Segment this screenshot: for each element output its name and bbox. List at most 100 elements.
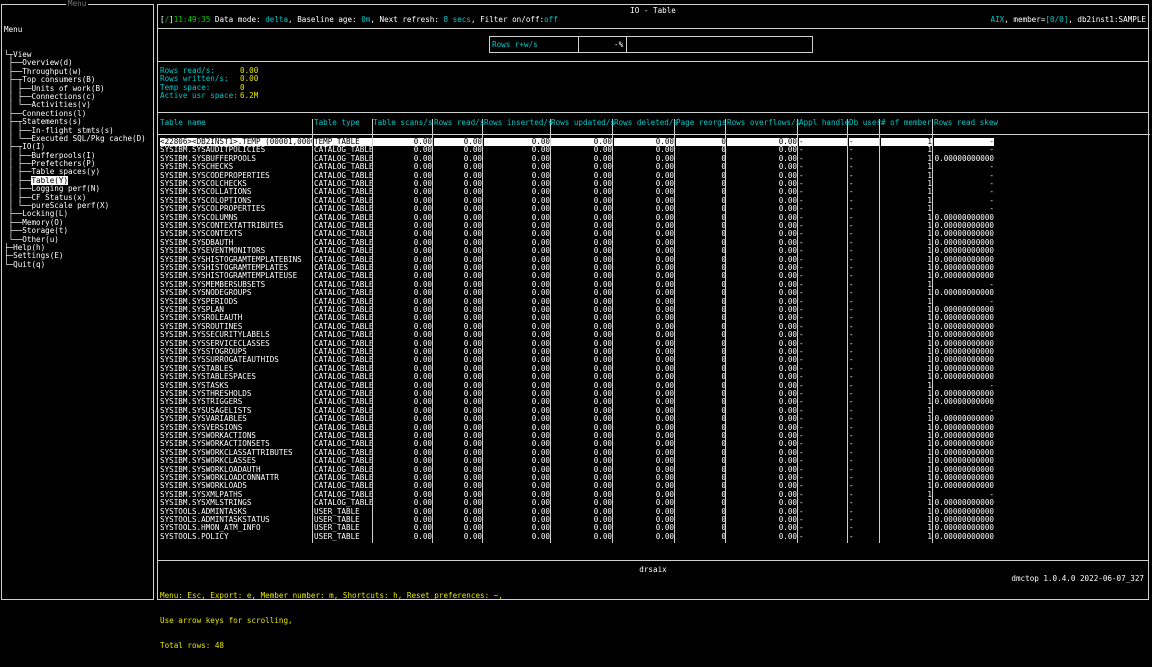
table-row[interactable]: SYSIBM.SYSCONTEXTS CATALOG_TABLE 0.00 0.00 0… <box>158 230 998 238</box>
table-row[interactable]: SYSIBM.SYSWORKCLASSATTRIBUTES CATALOG_TAB… <box>158 449 998 457</box>
column-header[interactable]: Table scans/s <box>373 119 436 127</box>
column-header[interactable]: # of member <box>881 119 936 127</box>
table-row[interactable]: SYSIBM.SYSBUFFERPOOLS CATALOG_TABLE 0.00 0.… <box>158 155 998 163</box>
table-cell: 0.00 <box>778 457 797 466</box>
table-cell: - <box>799 373 804 382</box>
table-row[interactable]: SYSIBM.SYSWORKACTIONS CATALOG_TABLE 0.00 0.… <box>158 432 998 440</box>
table-row[interactable]: SYSIBM.SYSEVENTMONITORS CATALOG_TABLE 0.00… <box>158 247 998 255</box>
table-cell: 0 <box>721 532 726 541</box>
table-row[interactable]: SYSIBM.SYSDBAUTH CATALOG_TABLE 0.00 0.00 0.0… <box>158 239 998 247</box>
table-row[interactable]: SYSIBM.SYSSERVICECLASSES CATALOG_TABLE 0.0… <box>158 340 998 348</box>
table-cell: 0.00000000000 <box>934 524 994 533</box>
table-row[interactable]: SYSIBM.SYSCONTEXTATTRIBUTES CATALOG_TABLE… <box>158 222 998 230</box>
table-row[interactable]: SYSIBM.SYSTHRESHOLDS CATALOG_TABLE 0.00 0.0… <box>158 390 998 398</box>
table-row[interactable]: SYSIBM.SYSCHECKS CATALOG_TABLE 0.00 0.00 0.0… <box>158 163 998 171</box>
table-row[interactable]: SYSIBM.SYSPLAN CATALOG_TABLE 0.00 0.00 0.00 0… <box>158 306 998 314</box>
table-cell: 0.00 <box>778 339 797 348</box>
table-row[interactable]: SYSIBM.SYSMEMBERSUBSETS CATALOG_TABLE 0.00… <box>158 281 998 289</box>
table-row[interactable]: SYSIBM.SYSNODEGROUPS CATALOG_TABLE 0.00 0.0… <box>158 289 998 297</box>
table-cell: SYSIBM.SYSBUFFERPOOLS <box>160 154 257 163</box>
table-cell: 0.00 <box>531 499 550 508</box>
footer-shortcuts: Menu: Esc, Export: e, Member number: m, … <box>160 590 503 600</box>
table-row[interactable]: SYSIBM.SYSHISTOGRAMTEMPLATEUSE CATALOG_TA… <box>158 272 998 280</box>
column-header[interactable]: Table name <box>160 119 316 127</box>
table-row[interactable]: SYSTOOLS.ADMINTASKSTATUS USER_TABLE 0.00 0.… <box>158 516 998 524</box>
table-row[interactable]: SYSIBM.SYSWORKLOADAUTH CATALOG_TABLE 0.00 0… <box>158 466 998 474</box>
table-row[interactable]: SYSIBM.SYSCOLOPTIONS CATALOG_TABLE 0.00 0.0… <box>158 197 998 205</box>
column-header[interactable]: Rows updated/s <box>551 119 616 127</box>
table-row[interactable]: SYSIBM.SYSXMLSTRINGS CATALOG_TABLE 0.00 0.0… <box>158 499 998 507</box>
menu-item[interactable]: └─Quit(q) <box>4 260 146 269</box>
table-row[interactable]: SYSIBM.SYSHISTOGRAMTEMPLATEBINS CATALOG_T… <box>158 256 998 264</box>
table-cell: 0.00 <box>463 154 482 163</box>
table-cell: - <box>799 356 804 365</box>
table-row[interactable]: SYSIBM.SYSSTOGROUPS CATALOG_TABLE 0.00 0.00… <box>158 348 998 356</box>
table-cell: 0.00 <box>593 272 612 281</box>
table-row[interactable]: SYSIBM.SYSTABLESPACES CATALOG_TABLE 0.00 0.… <box>158 373 998 381</box>
table-cell: - <box>849 516 854 524</box>
column-header[interactable]: Table type <box>314 119 376 127</box>
column-header[interactable]: Rows read/s <box>434 119 486 127</box>
column-header[interactable]: Rows read skew <box>934 119 998 127</box>
column-header[interactable]: Rows overflows/s <box>727 119 801 127</box>
table-row[interactable]: SYSIBM.SYSCOLLATIONS CATALOG_TABLE 0.00 0.0… <box>158 188 998 196</box>
table-cell: CATALOG_TABLE <box>314 398 372 407</box>
table-row[interactable]: SYSIBM.SYSWORKLOADS CATALOG_TABLE 0.00 0.00… <box>158 482 998 490</box>
table-row[interactable]: SYSIBM.SYSCODEPROPERTIES CATALOG_TABLE 0.0… <box>158 172 998 180</box>
table-cell: - <box>799 289 804 298</box>
table-cell: - <box>799 247 804 256</box>
table-cell: 0 <box>721 222 726 230</box>
table-row[interactable]: SYSTOOLS.POLICY USER_TABLE 0.00 0.00 0.00 0.0… <box>158 533 998 541</box>
table-row[interactable]: SYSIBM.SYSPERIODS CATALOG_TABLE 0.00 0.00 0.… <box>158 298 998 306</box>
member-value: [0/0] <box>1045 15 1069 24</box>
table-row[interactable]: SYSIBM.SYSTRIGGERS CATALOG_TABLE 0.00 0.00 0… <box>158 398 998 406</box>
table-row[interactable]: SYSIBM.SYSAUDITPOLICIES CATALOG_TABLE 0.00… <box>158 146 998 154</box>
table-cell: - <box>849 264 854 272</box>
table-cell: 0.00 <box>531 406 550 415</box>
table-cell: SYSIBM.SYSWORKLOADS <box>160 482 247 491</box>
table-row[interactable]: SYSTOOLS.ADMINTASKS USER_TABLE 0.00 0.00 0.0… <box>158 508 998 516</box>
table-row[interactable]: SYSIBM.SYSWORKCLASSES CATALOG_TABLE 0.00 0.… <box>158 457 998 465</box>
column-header[interactable]: Page reorgs <box>676 119 730 127</box>
table-cell: 0.00000000000 <box>934 440 994 449</box>
table-cell: 0.00 <box>463 272 482 281</box>
table-cell: 0.00000000000 <box>934 499 994 508</box>
metric-row: Active usr space: 6.2M <box>160 91 258 100</box>
table-cell: 0.00 <box>531 331 550 340</box>
table-row[interactable]: SYSIBM.SYSTASKS CATALOG_TABLE 0.00 0.00 0.00… <box>158 382 998 390</box>
table-row[interactable]: SYSIBM.SYSROLEAUTH CATALOG_TABLE 0.00 0.00 0… <box>158 314 998 322</box>
table-row[interactable]: SYSIBM.SYSTABLES CATALOG_TABLE 0.00 0.00 0.0… <box>158 365 998 373</box>
table-cell: 0.00 <box>463 314 482 323</box>
table-row[interactable]: SYSIBM.SYSCOLCHECKS CATALOG_TABLE 0.00 0.00… <box>158 180 998 188</box>
table-row[interactable]: SYSIBM.SYSVARIABLES CATALOG_TABLE 0.00 0.00… <box>158 415 998 423</box>
table-cell: - <box>849 457 854 466</box>
table-row[interactable]: SYSIBM.SYSSECURITYLABELS CATALOG_TABLE 0.0… <box>158 331 998 339</box>
column-header[interactable]: Rows inserted/s <box>484 119 554 127</box>
table-row[interactable]: SYSIBM.SYSVERSIONS CATALOG_TABLE 0.00 0.00 0… <box>158 424 998 432</box>
column-header[interactable]: Rows deleted/s <box>614 119 678 127</box>
table-row[interactable]: SYSIBM.SYSHISTOGRAMTEMPLATES CATALOG_TABL… <box>158 264 998 272</box>
table-row-selected[interactable]: <22806><DB2INST1>.TEMP (00001,00002) TEMP… <box>158 138 998 147</box>
column-header[interactable]: Appl handle <box>799 119 851 127</box>
table-row[interactable]: SYSIBM.SYSCOLPROPERTIES CATALOG_TABLE 0.00… <box>158 205 998 213</box>
column-header[interactable]: Db user <box>849 119 883 127</box>
table-row[interactable]: SYSIBM.SYSSURROGATEAUTHIDS CATALOG_TABLE 0… <box>158 356 998 364</box>
table-cell: SYSIBM.SYSXMLSTRINGS <box>160 499 252 508</box>
table-row[interactable]: SYSTOOLS.HMON_ATM_INFO USER_TABLE 0.00 0.00… <box>158 524 998 532</box>
table-cell: 0.00 <box>593 423 612 432</box>
table-cell: 0 <box>721 180 726 188</box>
table-cell: 0.00 <box>463 255 482 264</box>
table-row[interactable]: SYSIBM.SYSXMLPATHS CATALOG_TABLE 0.00 0.00 0… <box>158 491 998 499</box>
footer-scroll-hint: Use arrow keys for scrolling, <box>160 616 293 626</box>
table-row[interactable]: SYSIBM.SYSWORKACTIONSETS CATALOG_TABLE 0.0… <box>158 440 998 448</box>
table-cell: 0.00 <box>655 364 674 373</box>
table-row[interactable]: SYSIBM.SYSCOLUMNS CATALOG_TABLE 0.00 0.00 0.… <box>158 214 998 222</box>
table-row[interactable]: SYSIBM.SYSUSAGELISTS CATALOG_TABLE 0.00 0.0… <box>158 407 998 415</box>
table-cell: 0.00 <box>778 280 797 289</box>
table-cell: - <box>989 180 994 188</box>
divider <box>158 28 1148 29</box>
table-cell: 0.00 <box>593 415 612 424</box>
table-row[interactable]: SYSIBM.SYSROUTINES CATALOG_TABLE 0.00 0.00 0… <box>158 323 998 331</box>
table-cell: SYSIBM.SYSWORKLOADCONNATTR <box>160 474 279 482</box>
table-row[interactable]: SYSIBM.SYSWORKLOADCONNATTR CATALOG_TABLE 0… <box>158 474 998 482</box>
